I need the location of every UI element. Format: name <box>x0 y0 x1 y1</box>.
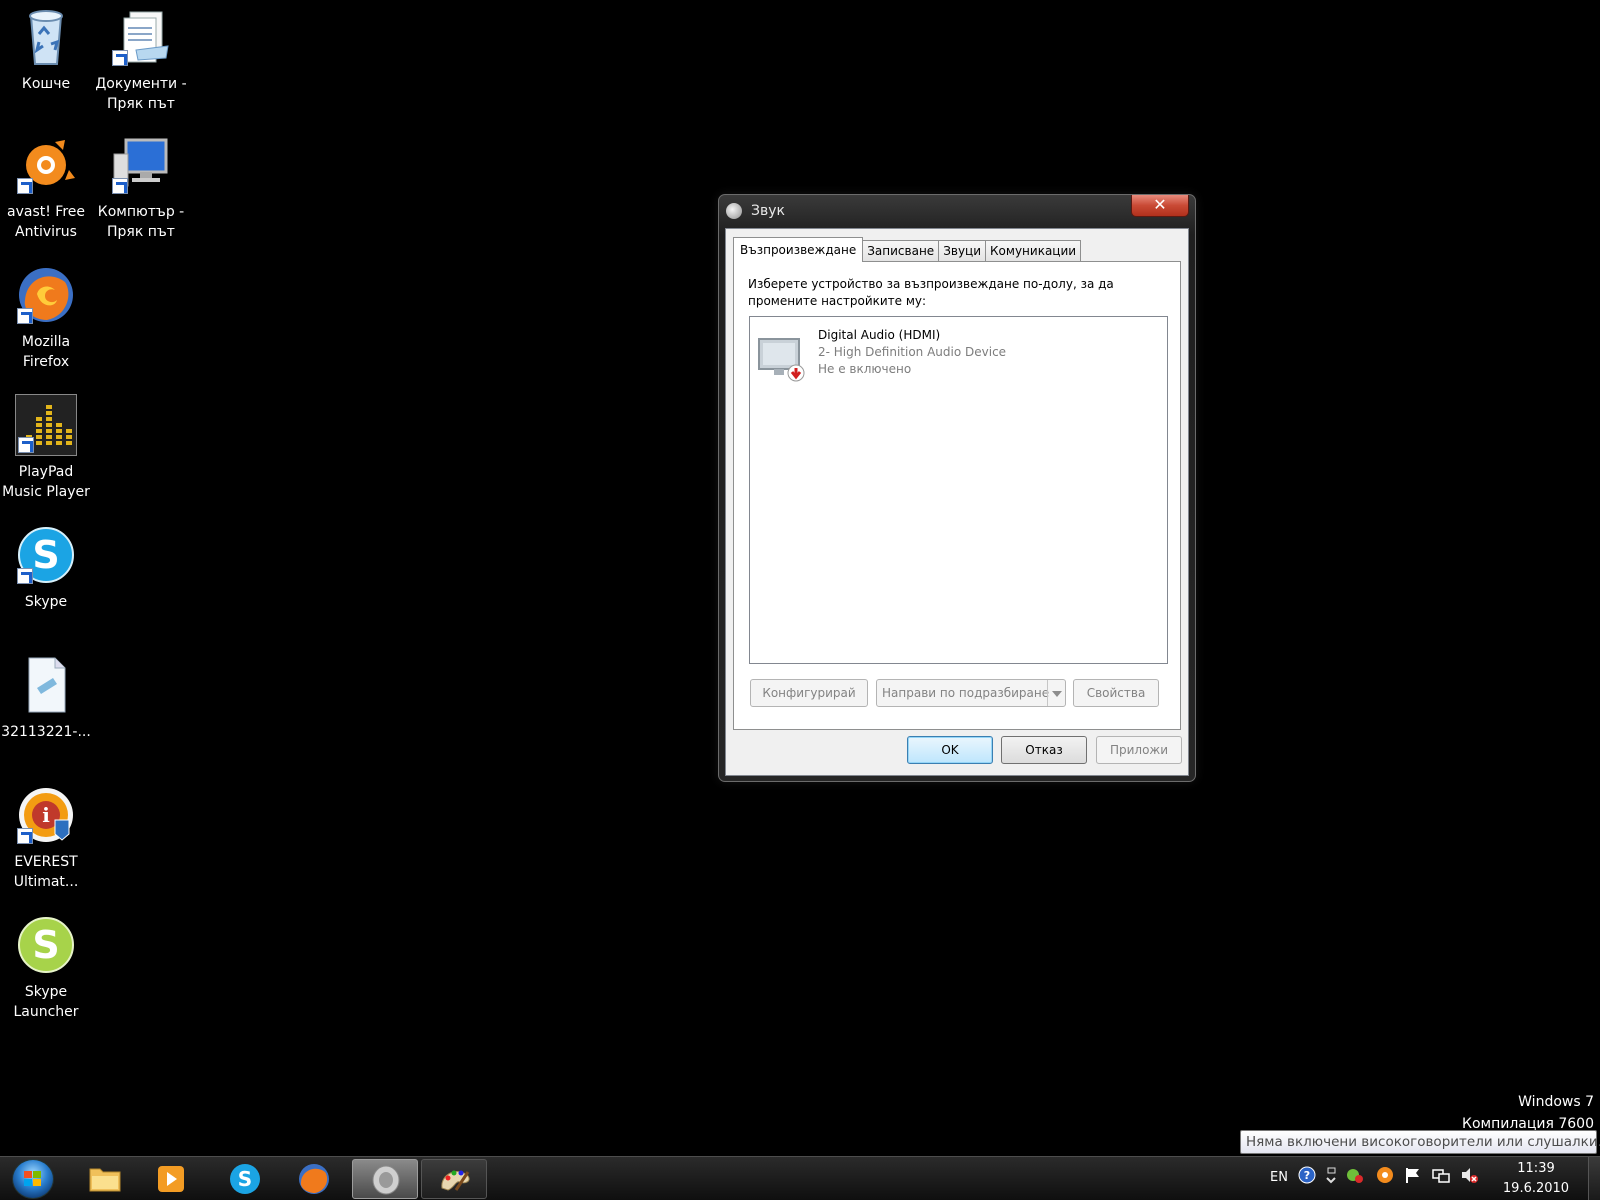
document-file-icon <box>15 654 77 716</box>
show-hidden-icons-icon[interactable] <box>1322 1166 1340 1184</box>
network-icon[interactable] <box>1432 1166 1450 1184</box>
device-status: Не е включено <box>818 362 912 376</box>
apply-button[interactable]: Приложи <box>1096 736 1182 764</box>
desktop-icon-label: Skype Launcher <box>13 984 79 1020</box>
desktop-icon-label: avast! Free Antivirus <box>7 204 85 240</box>
language-indicator[interactable]: EN <box>1270 1170 1288 1185</box>
avast-tray-icon[interactable] <box>1376 1166 1394 1184</box>
taskbar-sound[interactable] <box>352 1159 418 1199</box>
svg-text:i: i <box>42 803 50 827</box>
playback-tab-panel: Изберете устройство за възпроизвеждане п… <box>733 261 1181 730</box>
avast-icon <box>15 134 77 196</box>
taskbar-firefox[interactable] <box>281 1159 347 1199</box>
device-driver: 2- High Definition Audio Device <box>818 345 1007 359</box>
desktop-icon-label: Документи - Пряк път <box>95 76 187 112</box>
desktop-icon-label: Skype <box>24 594 68 610</box>
volume-tooltip: Няма включени високоговорители или слуша… <box>1240 1130 1600 1154</box>
sound-dialog: Звук ✕ Възпроизвеждане Записване Звуци К… <box>718 194 1196 782</box>
set-default-split-button[interactable]: Направи по подразбиране <box>876 679 1066 707</box>
clock-time: 11:39 <box>1517 1161 1555 1176</box>
desktop-icon-recycle-bin[interactable]: Кошче <box>0 6 94 94</box>
cancel-button[interactable]: Отказ <box>1001 736 1087 764</box>
help-icon[interactable]: ? <box>1298 1166 1316 1184</box>
taskbar-media-player[interactable] <box>138 1159 204 1199</box>
tab-sounds[interactable]: Звуци <box>938 240 987 262</box>
desktop-icon-skype[interactable]: S Skype <box>0 524 94 612</box>
dialog-titlebar[interactable]: Звук ✕ <box>719 195 1195 225</box>
chevron-down-icon[interactable] <box>1047 680 1065 706</box>
desktop-icon-firefox[interactable]: Mozilla Firefox <box>0 264 94 372</box>
taskbar-skype[interactable]: S <box>212 1159 278 1199</box>
network-status-icon[interactable] <box>1346 1166 1364 1184</box>
shortcut-arrow-icon <box>17 568 33 584</box>
clock-date: 19.6.2010 г. <box>1502 1181 1570 1196</box>
tab-communications[interactable]: Комуникации <box>985 240 1082 262</box>
svg-text:S: S <box>238 1167 252 1191</box>
desktop-icon-label: 32113221-... <box>1 724 91 740</box>
tab-playback[interactable]: Възпроизвеждане <box>733 237 864 262</box>
shortcut-arrow-icon <box>18 437 34 453</box>
desktop-icon-skype-launcher[interactable]: S Skype Launcher <box>0 914 94 1022</box>
device-list[interactable]: Digital Audio (HDMI) 2- High Definition … <box>749 316 1168 664</box>
show-desktop-button[interactable] <box>1588 1157 1600 1200</box>
windows-logo-icon <box>24 1171 42 1187</box>
taskbar-paint[interactable] <box>421 1159 487 1199</box>
instruction-text: Изберете устройство за възпроизвеждане п… <box>748 277 1114 308</box>
taskbar-clock[interactable]: 11:39 19.6.2010 г. <box>1496 1159 1576 1200</box>
speaker-icon <box>726 203 742 219</box>
desktop-icon-computer-shortcut[interactable]: Компютър - Пряк път <box>93 134 189 242</box>
action-center-flag-icon[interactable] <box>1404 1166 1422 1184</box>
ok-button[interactable]: OK <box>907 736 993 764</box>
svg-text:?: ? <box>1304 1169 1310 1182</box>
desktop-icon-label: Компютър - Пряк път <box>97 204 185 240</box>
monitor-speaker-icon <box>756 333 805 382</box>
dialog-client-area: Възпроизвеждане Записване Звуци Комуника… <box>725 228 1189 776</box>
paint-icon <box>438 1164 472 1196</box>
shortcut-arrow-icon <box>17 828 33 844</box>
desktop-icon-everest[interactable]: i EVEREST Ultimat... <box>0 784 94 892</box>
svg-text:S: S <box>32 533 59 577</box>
everest-icon: i <box>15 784 77 846</box>
watermark-os: Windows 7 <box>1518 1094 1594 1110</box>
desktop-icon-avast[interactable]: avast! Free Antivirus <box>0 134 94 242</box>
tab-recording[interactable]: Записване <box>862 240 940 262</box>
desktop-icon-label: Кошче <box>21 76 71 92</box>
taskbar-explorer[interactable] <box>72 1159 138 1199</box>
svg-text:S: S <box>32 923 59 967</box>
desktop-icon-label: PlayPad Music Player <box>2 464 90 500</box>
shortcut-arrow-icon <box>112 50 128 66</box>
recycle-bin-icon <box>15 6 77 68</box>
shortcut-arrow-icon <box>17 178 33 194</box>
properties-button[interactable]: Свойства <box>1073 679 1159 707</box>
skype-icon: S <box>228 1163 262 1195</box>
device-item[interactable]: Digital Audio (HDMI) 2- High Definition … <box>754 327 1154 387</box>
desktop-icon-label: EVEREST Ultimat... <box>13 854 79 890</box>
computer-icon <box>110 134 172 196</box>
start-button[interactable] <box>12 1159 54 1199</box>
skype-launcher-icon: S <box>15 914 77 976</box>
folder-icon <box>88 1163 122 1195</box>
skype-icon: S <box>15 524 77 586</box>
documents-icon <box>110 6 172 68</box>
tab-strip: Възпроизвеждане Записване Звуци Комуника… <box>733 237 1082 262</box>
shortcut-arrow-icon <box>112 178 128 194</box>
device-info: Digital Audio (HDMI) 2- High Definition … <box>818 327 1006 378</box>
firefox-icon <box>297 1163 331 1195</box>
device-name: Digital Audio (HDMI) <box>818 328 941 342</box>
equalizer-icon <box>15 394 77 456</box>
desktop-icon-file[interactable]: 32113221-... <box>0 654 94 742</box>
speaker-icon <box>369 1164 403 1196</box>
set-default-label: Направи по подразбиране <box>882 686 1050 700</box>
desktop-icon-playpad[interactable]: PlayPad Music Player <box>0 394 94 502</box>
desktop-icon-label: Mozilla Firefox <box>21 334 71 370</box>
close-button[interactable]: ✕ <box>1131 195 1189 217</box>
firefox-icon <box>15 264 77 326</box>
desktop-icon-documents-shortcut[interactable]: Документи - Пряк път <box>93 6 189 114</box>
volume-muted-icon[interactable] <box>1460 1166 1478 1184</box>
dialog-title: Звук <box>751 203 785 219</box>
configure-button[interactable]: Конфигурирай <box>750 679 868 707</box>
shortcut-arrow-icon <box>17 308 33 324</box>
media-player-icon <box>154 1163 188 1195</box>
windows-build-watermark: Windows 7 Компилация 7600 <box>1462 1091 1594 1135</box>
